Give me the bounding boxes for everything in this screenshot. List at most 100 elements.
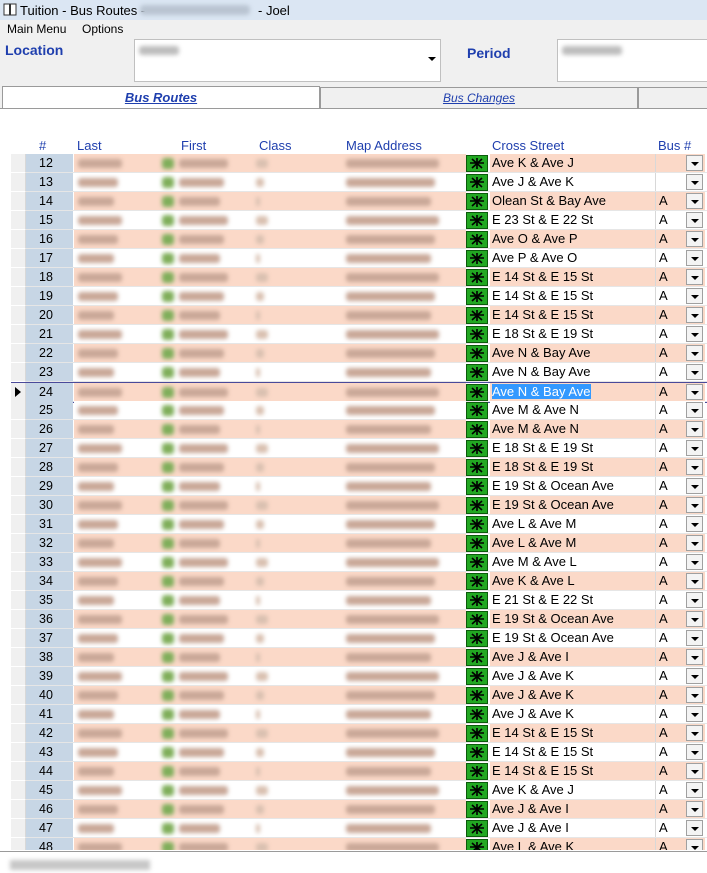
bus-dropdown-button[interactable] xyxy=(686,554,703,570)
chevron-down-icon[interactable] xyxy=(428,57,436,61)
cross-street-cell[interactable]: E 18 St & E 19 St xyxy=(490,458,655,476)
cross-street-cell[interactable]: Ave L & Ave M xyxy=(490,534,655,552)
cross-street-cell[interactable]: Olean St & Bay Ave xyxy=(490,192,655,210)
cross-street-cell[interactable]: Ave N & Bay Ave xyxy=(490,344,655,362)
bus-dropdown-button[interactable] xyxy=(686,193,703,209)
cross-street-cell[interactable]: Ave L & Ave K xyxy=(490,838,655,850)
table-row[interactable]: 36 E 19 St & Ocean Ave A xyxy=(11,610,707,629)
map-icon[interactable] xyxy=(466,573,488,590)
cross-street-cell[interactable]: E 19 St & Ocean Ave xyxy=(490,610,655,628)
table-row[interactable]: 39 Ave J & Ave KA xyxy=(11,667,707,686)
cross-street-cell[interactable]: E 19 St & Ocean Ave xyxy=(490,496,655,514)
cross-street-cell[interactable]: Ave J & Ave K xyxy=(490,173,655,191)
map-icon[interactable] xyxy=(466,459,488,476)
row-selector[interactable] xyxy=(11,496,26,515)
bus-dropdown-button[interactable] xyxy=(686,687,703,703)
bus-dropdown-button[interactable] xyxy=(686,744,703,760)
cross-street-cell[interactable]: Ave J & Ave K xyxy=(490,667,655,685)
cross-street-cell[interactable]: Ave M & Ave N xyxy=(490,420,655,438)
bus-dropdown-button[interactable] xyxy=(686,459,703,475)
map-icon[interactable] xyxy=(466,782,488,799)
bus-dropdown-button[interactable] xyxy=(686,706,703,722)
table-row[interactable]: 29 E 19 St & Ocean Ave A xyxy=(11,477,707,496)
bus-dropdown-button[interactable] xyxy=(686,402,703,418)
map-icon[interactable] xyxy=(466,193,488,210)
table-row[interactable]: 22 Ave N & Bay Ave A xyxy=(11,344,707,363)
map-icon[interactable] xyxy=(466,326,488,343)
row-selector[interactable] xyxy=(11,477,26,496)
row-selector[interactable] xyxy=(11,363,26,382)
table-row[interactable]: 23 Ave N & Bay Ave A xyxy=(11,363,707,382)
table-row[interactable]: 17 Ave P & Ave OA xyxy=(11,249,707,268)
row-selector[interactable] xyxy=(11,838,26,850)
map-icon[interactable] xyxy=(466,535,488,552)
cross-street-cell[interactable]: Ave O & Ave P xyxy=(490,230,655,248)
map-icon[interactable] xyxy=(466,554,488,571)
map-icon[interactable] xyxy=(466,174,488,191)
bus-dropdown-button[interactable] xyxy=(686,782,703,798)
row-selector[interactable] xyxy=(11,211,26,230)
bus-dropdown-button[interactable] xyxy=(686,212,703,228)
bus-dropdown-button[interactable] xyxy=(686,630,703,646)
row-selector[interactable] xyxy=(11,762,26,781)
bus-dropdown-button[interactable] xyxy=(686,326,703,342)
row-selector[interactable] xyxy=(11,667,26,686)
bus-dropdown-button[interactable] xyxy=(686,155,703,171)
table-row[interactable]: 31 Ave L & Ave MA xyxy=(11,515,707,534)
row-selector[interactable] xyxy=(11,648,26,667)
bus-dropdown-button[interactable] xyxy=(686,269,703,285)
table-row[interactable]: 44 E 14 St & E 15 St A xyxy=(11,762,707,781)
bus-routes-grid[interactable]: # Last First Class Map Address Cross Str… xyxy=(11,135,707,850)
cross-street-cell[interactable]: Ave L & Ave M xyxy=(490,515,655,533)
cross-street-cell[interactable]: E 21 St & E 22 St xyxy=(490,591,655,609)
bus-dropdown-button[interactable] xyxy=(686,516,703,532)
table-row[interactable]: 38 Ave J & Ave IA xyxy=(11,648,707,667)
map-icon[interactable] xyxy=(466,820,488,837)
table-row[interactable]: 28 E 18 St & E 19 St A xyxy=(11,458,707,477)
table-row[interactable]: 42 E 14 St & E 15 St A xyxy=(11,724,707,743)
row-selector[interactable] xyxy=(11,705,26,724)
table-row[interactable]: 33 Ave M & Ave LA xyxy=(11,553,707,572)
bus-dropdown-button[interactable] xyxy=(686,839,703,850)
bus-dropdown-button[interactable] xyxy=(686,611,703,627)
table-row[interactable]: 18 E 14 St & E 15 St A xyxy=(11,268,707,287)
table-row[interactable]: 24 Ave N & Bay Ave A xyxy=(11,382,707,403)
cross-street-cell[interactable]: Ave K & Ave L xyxy=(490,572,655,590)
table-row[interactable]: 14 Olean St & Bay Ave A xyxy=(11,192,707,211)
col-map-header[interactable]: Map Address xyxy=(346,138,422,153)
map-icon[interactable] xyxy=(466,839,488,850)
map-icon[interactable] xyxy=(466,497,488,514)
table-row[interactable]: 15 E 23 St & E 22 St A xyxy=(11,211,707,230)
row-selector[interactable] xyxy=(11,325,26,344)
bus-dropdown-button[interactable] xyxy=(686,820,703,836)
cross-street-cell[interactable]: Ave J & Ave I xyxy=(490,648,655,666)
map-icon[interactable] xyxy=(466,649,488,666)
row-selector[interactable] xyxy=(11,287,26,306)
map-icon[interactable] xyxy=(466,763,488,780)
table-row[interactable]: 34 Ave K & Ave LA xyxy=(11,572,707,591)
row-selector[interactable] xyxy=(11,800,26,819)
map-icon[interactable] xyxy=(466,668,488,685)
cross-street-cell[interactable]: Ave K & Ave J xyxy=(490,154,655,172)
map-icon[interactable] xyxy=(466,725,488,742)
cross-street-cell[interactable]: E 14 St & E 15 St xyxy=(490,268,655,286)
map-icon[interactable] xyxy=(466,269,488,286)
row-selector[interactable] xyxy=(11,173,26,192)
col-bus-header[interactable]: Bus # xyxy=(658,138,691,153)
bus-dropdown-button[interactable] xyxy=(686,364,703,380)
map-icon[interactable] xyxy=(466,687,488,704)
map-icon[interactable] xyxy=(466,288,488,305)
bus-dropdown-button[interactable] xyxy=(686,231,703,247)
table-row[interactable]: 25 Ave M & Ave NA xyxy=(11,401,707,420)
bus-dropdown-button[interactable] xyxy=(686,421,703,437)
table-row[interactable]: 26 Ave M & Ave NA xyxy=(11,420,707,439)
row-selector[interactable] xyxy=(11,610,26,629)
map-icon[interactable] xyxy=(466,212,488,229)
cross-street-cell[interactable]: E 18 St & E 19 St xyxy=(490,439,655,457)
row-selector[interactable] xyxy=(11,781,26,800)
row-selector[interactable] xyxy=(11,344,26,363)
row-selector[interactable] xyxy=(11,743,26,762)
map-icon[interactable] xyxy=(466,706,488,723)
table-row[interactable]: 20 E 14 St & E 15 St A xyxy=(11,306,707,325)
period-select[interactable] xyxy=(557,39,707,82)
